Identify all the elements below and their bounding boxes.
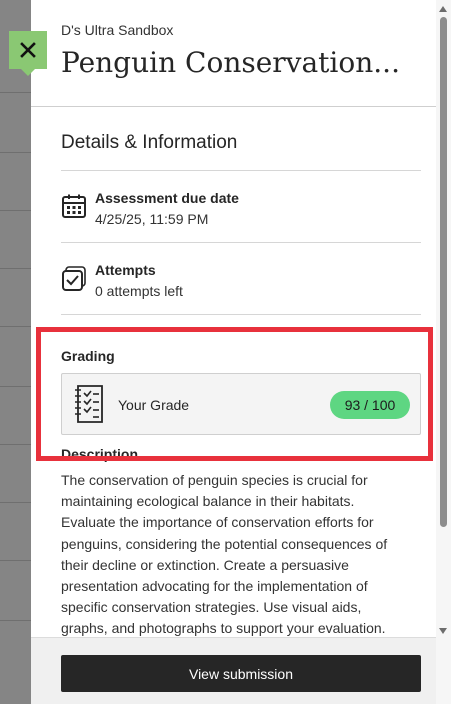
attempts-label: Attempts xyxy=(95,262,156,278)
description-heading: Description xyxy=(61,446,139,462)
attempts-row: Attempts 0 attempts left xyxy=(61,261,183,301)
view-submission-button[interactable]: View submission xyxy=(61,655,421,692)
close-button-pointer xyxy=(21,69,35,76)
due-date-row: Assessment due date 4/25/25, 11:59 PM xyxy=(61,189,239,229)
divider xyxy=(61,242,421,243)
backdrop-row-divider xyxy=(0,444,31,445)
attempts-icon xyxy=(62,266,86,291)
backdrop-row-divider xyxy=(0,152,31,153)
backdrop-row-divider xyxy=(0,92,31,93)
close-panel-button[interactable] xyxy=(9,31,47,69)
backdrop-row-divider xyxy=(0,326,31,327)
your-grade-card[interactable]: Your Grade 93 / 100 xyxy=(61,373,421,435)
calendar-icon xyxy=(62,194,86,218)
due-date-value: 4/25/25, 11:59 PM xyxy=(95,211,209,227)
backdrop-row-divider xyxy=(0,210,31,211)
panel-title: Penguin Conservation... xyxy=(61,46,400,79)
scrollbar-thumb[interactable] xyxy=(440,17,447,527)
page-backdrop xyxy=(0,0,31,704)
rubric-checklist-icon xyxy=(75,385,103,423)
divider xyxy=(61,170,421,171)
backdrop-row-divider xyxy=(0,620,31,621)
scroll-up-arrow-icon[interactable] xyxy=(439,6,447,12)
course-name: D's Ultra Sandbox xyxy=(61,22,174,38)
header-divider xyxy=(31,106,436,107)
backdrop-row-divider xyxy=(0,560,31,561)
close-icon xyxy=(20,42,36,58)
attempts-value: 0 attempts left xyxy=(95,283,183,299)
scroll-down-arrow-icon[interactable] xyxy=(439,628,447,634)
description-text: The conservation of penguin species is c… xyxy=(61,472,388,637)
your-grade-label: Your Grade xyxy=(118,397,190,413)
panel-scrollbar[interactable] xyxy=(436,0,451,704)
assessment-details-panel: D's Ultra Sandbox Penguin Conservation..… xyxy=(31,0,436,704)
details-heading: Details & Information xyxy=(61,132,238,153)
backdrop-row-divider xyxy=(0,386,31,387)
backdrop-row-divider xyxy=(0,502,31,503)
backdrop-row-divider xyxy=(0,268,31,269)
grading-heading: Grading xyxy=(61,348,115,364)
divider xyxy=(61,314,421,315)
panel-footer: View submission xyxy=(31,637,436,704)
due-date-label: Assessment due date xyxy=(95,190,239,206)
grade-score-badge: 93 / 100 xyxy=(330,391,410,419)
